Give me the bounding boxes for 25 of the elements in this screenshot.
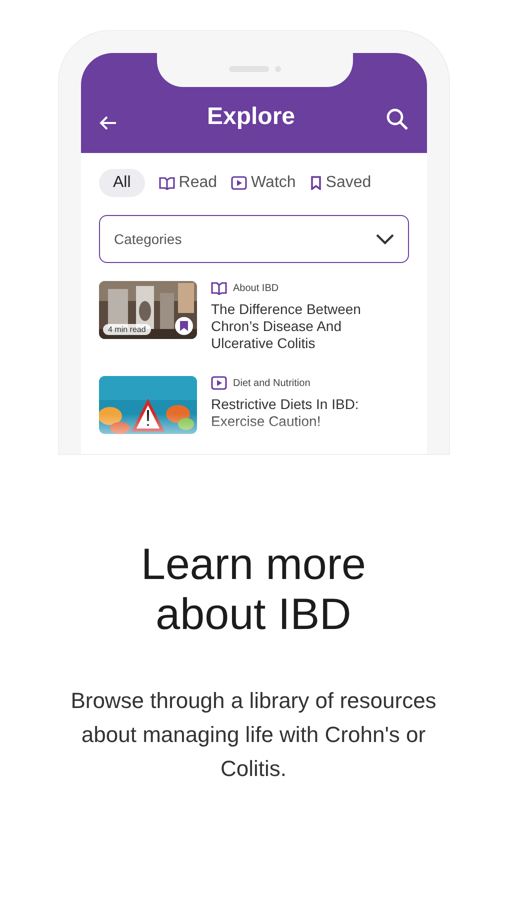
headline: Learn more about IBD: [140, 540, 367, 640]
filter-tab[interactable]: All: [99, 169, 145, 197]
filter-tab[interactable]: Saved: [310, 169, 372, 197]
play-icon: [231, 176, 248, 190]
search-button[interactable]: [385, 107, 409, 131]
description: Browse through a library of resources about managing life with Crohn's or Colitis.: [70, 687, 438, 783]
article-category: Diet and Nutrition: [233, 378, 310, 388]
back-button[interactable]: [99, 115, 117, 131]
filter-tab[interactable]: Watch: [231, 169, 296, 197]
article-category: About IBD: [233, 282, 279, 294]
categories-dropdown[interactable]: Categories: [99, 215, 409, 263]
play-icon: [211, 376, 227, 390]
filter-tab[interactable]: Read: [158, 169, 218, 197]
article-title[interactable]: Restrictive Diets In IBD: Exercise Caution!: [211, 396, 381, 430]
book-icon: [158, 176, 175, 190]
chevron-down-icon: [376, 234, 394, 244]
back-arrow-icon: [99, 115, 117, 131]
book-icon: [211, 281, 227, 295]
article-title[interactable]: The Difference Between Chron’s Disease And Ulcerative Colitis: [211, 301, 381, 352]
dropdown-placeholder: Categories: [114, 231, 182, 247]
read-time-badge: 4 min read: [103, 324, 151, 335]
screen-title: Explore: [206, 103, 296, 131]
bookmark-icon: [180, 321, 188, 331]
search-icon: [385, 107, 409, 131]
bookmark-icon: [310, 176, 322, 190]
